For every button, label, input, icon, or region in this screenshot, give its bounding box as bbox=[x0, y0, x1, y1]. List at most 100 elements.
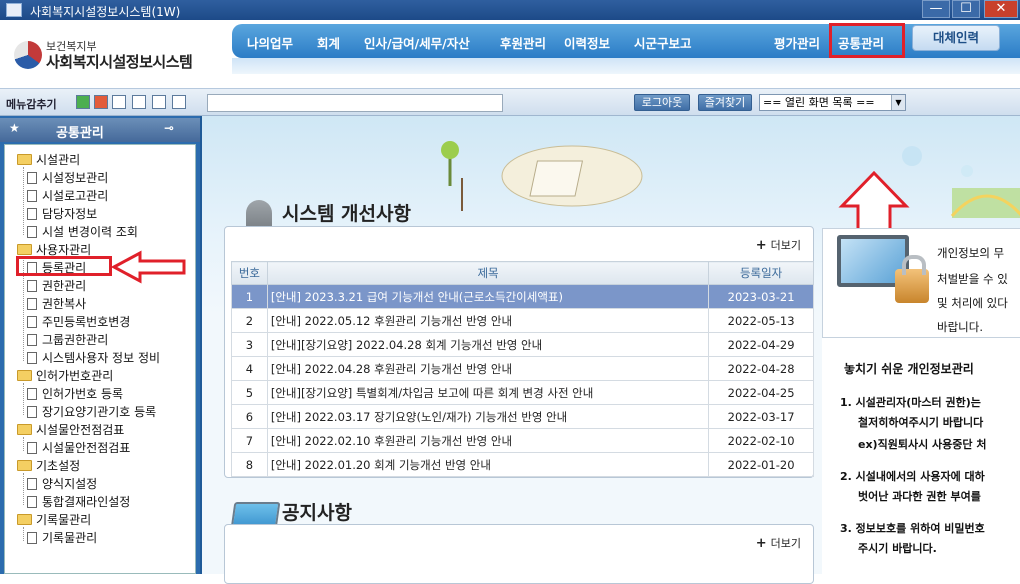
layout-single-icon[interactable] bbox=[172, 95, 186, 109]
tree-folder-basic-settings[interactable]: 기초설정 bbox=[17, 457, 80, 474]
tree-folder-safety[interactable]: 시설물안전점검표 bbox=[17, 421, 124, 438]
folder-icon bbox=[17, 370, 32, 381]
ministry-emblem-icon bbox=[14, 41, 42, 69]
col-header-date: 등록일자 bbox=[708, 261, 814, 285]
substitute-staff-button[interactable]: 대체인력 bbox=[912, 25, 1000, 51]
next-icon[interactable] bbox=[94, 95, 108, 109]
menu-sponsor[interactable]: 후원관리 bbox=[500, 33, 546, 52]
page-icon bbox=[27, 334, 37, 346]
tree-item-manager-info[interactable]: 담당자정보 bbox=[27, 205, 97, 222]
tree-folder-records[interactable]: 기록물관리 bbox=[17, 511, 91, 528]
page-icon bbox=[27, 496, 37, 508]
plus-icon: + bbox=[755, 536, 767, 551]
logo-title[interactable]: 사회복지시설정보시스템 bbox=[46, 51, 193, 72]
minimize-button[interactable]: — bbox=[922, 0, 950, 18]
system-notice-more-link[interactable]: + 더보기 bbox=[756, 237, 801, 253]
privacy-item-1-example: ex)직원퇴사시 사용중단 처 bbox=[858, 438, 987, 451]
tree-item-user-info-cleanup[interactable]: 시스템사용자 정보 정비 bbox=[27, 349, 160, 366]
toolbar: 메뉴감추기 로그아웃 즐겨찾기 == 열린 화면 목록 == ▼ bbox=[0, 88, 1020, 116]
menu-evaluation[interactable]: 평가관리 bbox=[774, 33, 820, 52]
tree-item-safety-checklist[interactable]: 시설물안전점검표 bbox=[27, 439, 130, 456]
system-notice-title: 시스템 개선사항 bbox=[282, 203, 411, 225]
app-icon bbox=[6, 3, 22, 17]
layout-horizontal-icon[interactable] bbox=[132, 95, 146, 109]
folder-icon bbox=[17, 154, 32, 165]
tree-item-records-mgmt[interactable]: 기록물관리 bbox=[27, 529, 97, 546]
sidebar-tree: 시설관리 시설정보관리 시설로고관리 담당자정보 시설 변경이력 조회 사용자관… bbox=[4, 144, 196, 574]
tree-item-form-settings[interactable]: 양식지설정 bbox=[27, 475, 97, 492]
menu-history[interactable]: 이력정보 bbox=[564, 33, 610, 52]
window-title-bar: 사회복지시설정보시스템(1W) — ☐ ✕ bbox=[0, 0, 1020, 20]
table-row[interactable]: 3 [안내][장기요양] 2022.04.28 회계 기능개선 반영 안내 2022… bbox=[231, 332, 814, 357]
main-content: 시스템 개선사항 + 더보기 번호 제목 등록일자 1 [안내] 2023.3.21… bbox=[200, 116, 1020, 584]
page-icon bbox=[27, 298, 37, 310]
privacy-line-4: 바랍니다. bbox=[937, 320, 983, 334]
tree-item-facility-history[interactable]: 시설 변경이력 조회 bbox=[27, 223, 138, 240]
pin-icon[interactable]: ⊸ bbox=[164, 121, 174, 135]
left-arrow-annotation bbox=[112, 250, 186, 284]
menu-local-report[interactable]: 시군구보고 bbox=[634, 33, 692, 52]
banner-illustration bbox=[441, 141, 1020, 218]
page-icon bbox=[27, 280, 37, 292]
tree-item-permission-copy[interactable]: 권한복사 bbox=[27, 295, 86, 312]
close-button[interactable]: ✕ bbox=[984, 0, 1018, 18]
tree-item-group-permission[interactable]: 그룹권한관리 bbox=[27, 331, 108, 348]
logout-button[interactable]: 로그아웃 bbox=[634, 94, 690, 111]
notice-title: 공지사항 bbox=[282, 502, 352, 524]
privacy-item-3-cont: 주시기 바랍니다. bbox=[858, 542, 937, 555]
tree-item-facility-info[interactable]: 시설정보관리 bbox=[27, 169, 108, 186]
favorites-button[interactable]: 즐겨찾기 bbox=[698, 94, 752, 111]
lock-icon bbox=[895, 255, 929, 303]
chevron-down-icon[interactable]: ▼ bbox=[891, 95, 905, 110]
page-icon bbox=[27, 208, 37, 220]
table-row[interactable]: 7 [안내] 2022.02.10 후원관리 기능개선 반영 안내 2022-02-… bbox=[231, 428, 814, 453]
table-header-row: 번호 제목 등록일자 bbox=[231, 261, 814, 285]
table-row[interactable]: 2 [안내] 2022.05.12 후원관리 기능개선 반영 안내 2022-05-… bbox=[231, 308, 814, 333]
page-icon bbox=[27, 316, 37, 328]
star-icon: ★ bbox=[9, 121, 20, 135]
tree-folder-license[interactable]: 인허가번호관리 bbox=[17, 367, 113, 384]
tree-item-rrn-change[interactable]: 주민등록번호변경 bbox=[27, 313, 130, 330]
table-row[interactable]: 5 [안내][장기요양] 특별회계/차입금 보고에 따른 회계 변경 사전 안내 2… bbox=[231, 380, 814, 405]
privacy-line-2: 처벌받을 수 있 bbox=[937, 272, 1008, 286]
privacy-item-2: 2. 시설내에서의 사용자에 대하 bbox=[840, 470, 985, 483]
sidebar-header: ★ 공통관리 ⊸ bbox=[0, 118, 200, 142]
privacy-item-2-cont: 벗어난 과다한 권한 부여를 bbox=[858, 490, 981, 503]
layout-split-icon[interactable] bbox=[112, 95, 126, 109]
table-row[interactable]: 8 [안내] 2022.01.20 회계 기능개선 반영 안내 2022-01-20 bbox=[231, 452, 814, 477]
highlight-box-registration bbox=[16, 256, 112, 276]
table-row[interactable]: 4 [안내] 2022.04.28 후원관리 기능개선 반영 안내 2022-04-… bbox=[231, 356, 814, 381]
page-icon bbox=[27, 388, 37, 400]
tree-item-license-register[interactable]: 인허가번호 등록 bbox=[27, 385, 123, 402]
page-icon bbox=[27, 352, 37, 364]
menu-search-input[interactable] bbox=[207, 94, 503, 112]
menu-hr-payroll[interactable]: 인사/급여/세무/자산 bbox=[364, 33, 470, 52]
hide-menu-label[interactable]: 메뉴감추기 bbox=[6, 96, 57, 112]
col-header-no: 번호 bbox=[231, 261, 268, 285]
prev-icon[interactable] bbox=[76, 95, 90, 109]
col-header-title: 제목 bbox=[266, 261, 710, 285]
tree-item-ltc-code-register[interactable]: 장기요양기관기호 등록 bbox=[27, 403, 156, 420]
privacy-heading: 놓치기 쉬운 개인정보관리 bbox=[844, 362, 974, 376]
menu-my-work[interactable]: 나의업무 bbox=[247, 33, 293, 52]
page-icon bbox=[27, 226, 37, 238]
notice-more-link[interactable]: + 더보기 bbox=[756, 535, 801, 551]
tree-item-permission[interactable]: 권한관리 bbox=[27, 277, 86, 294]
privacy-banner: 개인정보의 무 처벌받을 수 있 및 처리에 있다 바랍니다. bbox=[822, 228, 1020, 338]
system-notice-board: + 더보기 번호 제목 등록일자 1 [안내] 2023.3.21 급여 기능개선 … bbox=[224, 226, 814, 478]
maximize-button[interactable]: ☐ bbox=[952, 0, 980, 18]
open-screens-select[interactable]: == 열린 화면 목록 == ▼ bbox=[759, 94, 906, 111]
table-row[interactable]: 6 [안내] 2022.03.17 장기요양(노인/재가) 기능개선 반영 안내 2… bbox=[231, 404, 814, 429]
privacy-item-1: 1. 시설관리자(마스터 권한)는 bbox=[840, 396, 981, 409]
tree-item-approval-line[interactable]: 통합결재라인설정 bbox=[27, 493, 130, 510]
table-row[interactable]: 1 [안내] 2023.3.21 급여 기능개선 안내(근로소득간이세액표) 202… bbox=[231, 284, 814, 309]
sidebar: ★ 공통관리 ⊸ 시설관리 시설정보관리 시설로고관리 담당자정보 시설 변경이… bbox=[0, 116, 200, 574]
folder-icon bbox=[17, 460, 32, 471]
layout-vertical-icon[interactable] bbox=[152, 95, 166, 109]
tree-item-facility-logo[interactable]: 시설로고관리 bbox=[27, 187, 108, 204]
page-icon bbox=[27, 172, 37, 184]
menu-accounting[interactable]: 회계 bbox=[317, 33, 340, 52]
menu-subbar bbox=[232, 58, 1020, 74]
page-icon bbox=[27, 478, 37, 490]
tree-folder-facility[interactable]: 시설관리 bbox=[17, 151, 80, 168]
